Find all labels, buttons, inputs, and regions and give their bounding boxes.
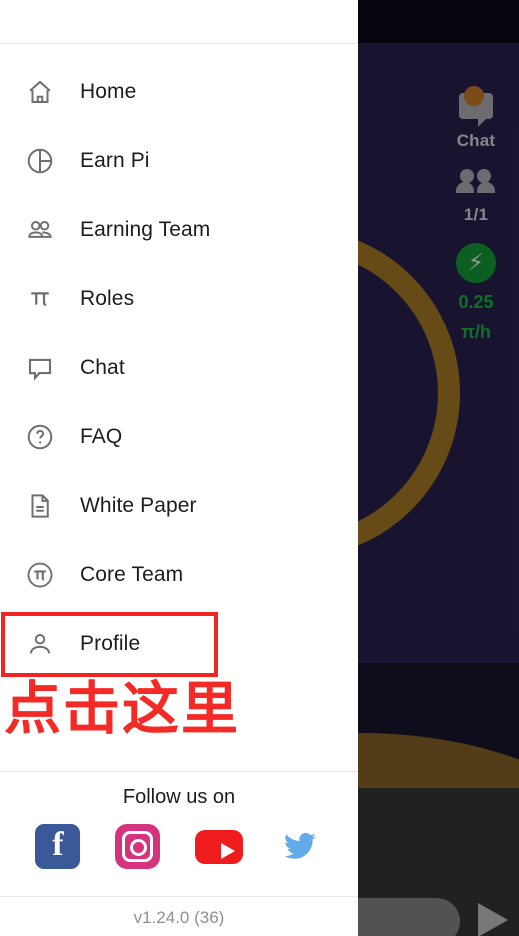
sidebar-item-label: Core Team: [80, 562, 184, 586]
instagram-icon[interactable]: [115, 824, 161, 869]
sidebar-item-roles[interactable]: Roles: [0, 264, 358, 333]
click-here-annotation: 点击这里: [4, 676, 240, 742]
pi-coin-icon: [0, 560, 80, 590]
follow-title: Follow us on: [122, 786, 236, 808]
sidebar-item-white-paper[interactable]: White Paper: [0, 471, 358, 540]
sidebar-item-chat[interactable]: Chat: [0, 333, 358, 402]
sidebar-item-label: Profile: [80, 631, 141, 655]
pi-symbol-icon: [0, 284, 80, 314]
social-row: f: [0, 809, 358, 879]
sidebar-item-label: Roles: [80, 286, 135, 310]
pie-chart-icon: [0, 146, 80, 176]
question-circle-icon: [0, 422, 80, 452]
app-version: v1.24.0 (36): [0, 896, 358, 928]
people-group-icon: [0, 215, 80, 245]
sidebar-item-label: Earn Pi: [80, 148, 150, 172]
sidebar-item-label: Chat: [80, 355, 125, 379]
sidebar-item-faq[interactable]: FAQ: [0, 402, 358, 471]
navigation-drawer: Home Earn Pi Earning Team Roles Chat FAQ…: [0, 0, 358, 936]
person-icon: [0, 629, 80, 659]
sidebar-item-home[interactable]: Home: [0, 57, 358, 126]
youtube-icon[interactable]: [194, 829, 243, 864]
drawer-menu: Home Earn Pi Earning Team Roles Chat FAQ…: [0, 44, 358, 678]
sidebar-item-label: White Paper: [80, 493, 197, 517]
drawer-header: [0, 0, 358, 44]
sidebar-item-label: Home: [80, 79, 137, 103]
twitter-icon[interactable]: [278, 824, 323, 869]
screen: ou can mine from r comments mmunity by o…: [0, 0, 519, 936]
sidebar-item-profile[interactable]: Profile: [0, 609, 358, 678]
facebook-icon[interactable]: f: [35, 824, 81, 869]
document-icon: [0, 491, 80, 521]
sidebar-item-core-team[interactable]: Core Team: [0, 540, 358, 609]
follow-section: Follow us on f: [0, 771, 358, 879]
sidebar-item-label: FAQ: [80, 424, 123, 448]
sidebar-item-label: Earning Team: [80, 217, 211, 241]
sidebar-item-earning-team[interactable]: Earning Team: [0, 195, 358, 264]
chat-bubble-icon: [0, 353, 80, 383]
home-icon: [0, 77, 80, 107]
sidebar-item-earn-pi[interactable]: Earn Pi: [0, 126, 358, 195]
